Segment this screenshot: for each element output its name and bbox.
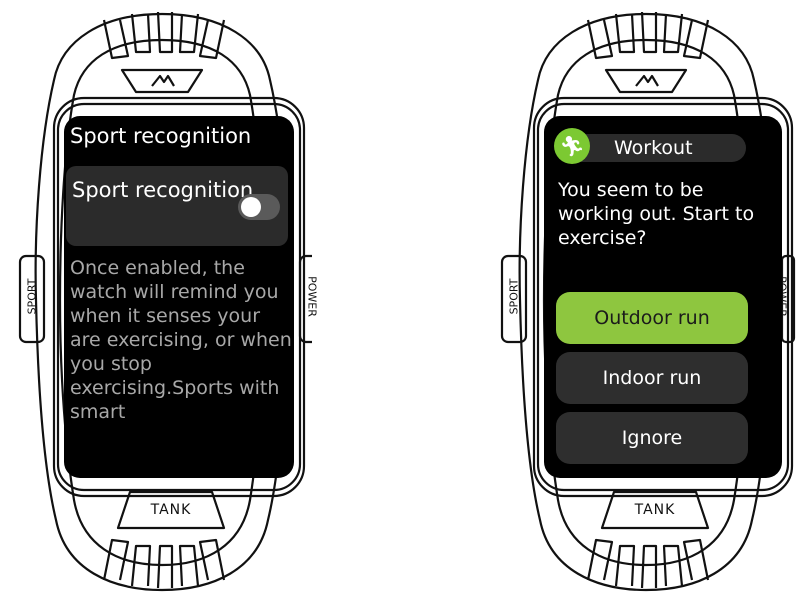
outdoor-run-button[interactable]: Outdoor run bbox=[556, 292, 748, 344]
watch-right: SPORT POWER TANK Workout 🏃︎ You seem to … bbox=[496, 0, 796, 595]
toggle-knob bbox=[241, 197, 261, 217]
sport-button-label: SPORT bbox=[507, 278, 521, 315]
watch-left: SPORT POWER TANK Sport recognition Sport… bbox=[12, 0, 319, 595]
setting-description: Once enabled, the watch will remind you … bbox=[70, 257, 292, 423]
watch-screen: Sport recognition Sport recognition Once… bbox=[64, 116, 294, 478]
watch-screen: Workout 🏃︎ You seem to be working out. S… bbox=[544, 116, 782, 478]
sport-button-label: SPORT bbox=[25, 278, 39, 315]
sport-recognition-setting-row[interactable]: Sport recognition bbox=[66, 166, 288, 246]
brand-logo: TANK bbox=[150, 502, 192, 518]
header-label: Workout bbox=[614, 137, 693, 159]
workout-prompt: You seem to be working out. Start to exe… bbox=[558, 179, 755, 249]
running-person-icon: 🏃︎ bbox=[554, 128, 590, 164]
indoor-run-button[interactable]: Indoor run bbox=[556, 352, 748, 404]
power-button-label: POWER bbox=[305, 276, 319, 317]
setting-label: Sport recognition bbox=[72, 178, 254, 202]
sport-recognition-toggle[interactable] bbox=[238, 194, 280, 220]
brand-logo: TANK bbox=[634, 502, 676, 518]
ignore-button[interactable]: Ignore bbox=[556, 412, 748, 464]
page-title: Sport recognition bbox=[70, 124, 252, 148]
